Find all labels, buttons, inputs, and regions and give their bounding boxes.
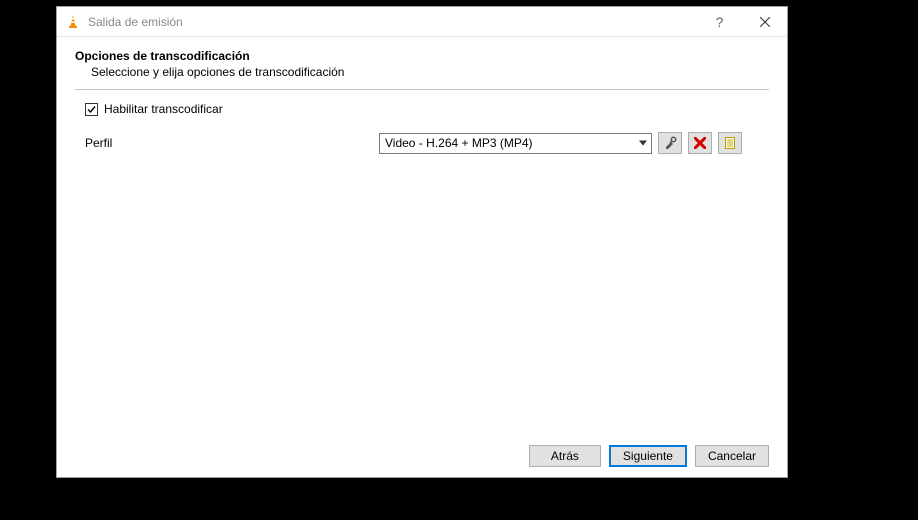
- help-icon: ?: [716, 14, 724, 30]
- profile-value: Video - H.264 + MP3 (MP4): [385, 136, 533, 150]
- enable-transcode-row: Habilitar transcodificar: [75, 102, 769, 116]
- dialog-footer: Atrás Siguiente Cancelar: [75, 437, 769, 467]
- back-button[interactable]: Atrás: [529, 445, 601, 467]
- new-document-icon: [723, 136, 737, 150]
- vlc-cone-icon: [65, 14, 81, 30]
- cancel-button-label: Cancelar: [708, 449, 756, 463]
- chevron-down-icon: [639, 141, 647, 146]
- enable-transcode-checkbox[interactable]: [85, 103, 98, 116]
- help-button[interactable]: ?: [697, 7, 742, 37]
- profile-combobox[interactable]: Video - H.264 + MP3 (MP4): [379, 133, 652, 154]
- delete-profile-button[interactable]: [688, 132, 712, 154]
- next-button[interactable]: Siguiente: [609, 445, 687, 467]
- profile-row: Perfil Video - H.264 + MP3 (MP4): [75, 132, 769, 154]
- section-heading: Opciones de transcodificación: [75, 49, 769, 63]
- close-button[interactable]: [742, 7, 787, 37]
- profile-label: Perfil: [85, 136, 373, 150]
- section-subheading: Seleccione y elija opciones de transcodi…: [75, 65, 769, 79]
- enable-transcode-label: Habilitar transcodificar: [104, 102, 223, 116]
- window-title: Salida de emisión: [88, 15, 697, 29]
- wrench-icon: [663, 136, 677, 150]
- dialog-content: Opciones de transcodificación Seleccione…: [57, 37, 787, 477]
- new-profile-button[interactable]: [718, 132, 742, 154]
- next-button-label: Siguiente: [623, 449, 673, 463]
- cancel-button[interactable]: Cancelar: [695, 445, 769, 467]
- back-button-label: Atrás: [551, 449, 579, 463]
- dialog-window: Salida de emisión ? Opciones de transcod…: [56, 6, 788, 478]
- check-icon: [86, 104, 97, 115]
- titlebar: Salida de emisión ?: [57, 7, 787, 37]
- edit-profile-button[interactable]: [658, 132, 682, 154]
- delete-x-icon: [694, 137, 706, 149]
- divider: [75, 89, 769, 90]
- close-icon: [760, 14, 770, 30]
